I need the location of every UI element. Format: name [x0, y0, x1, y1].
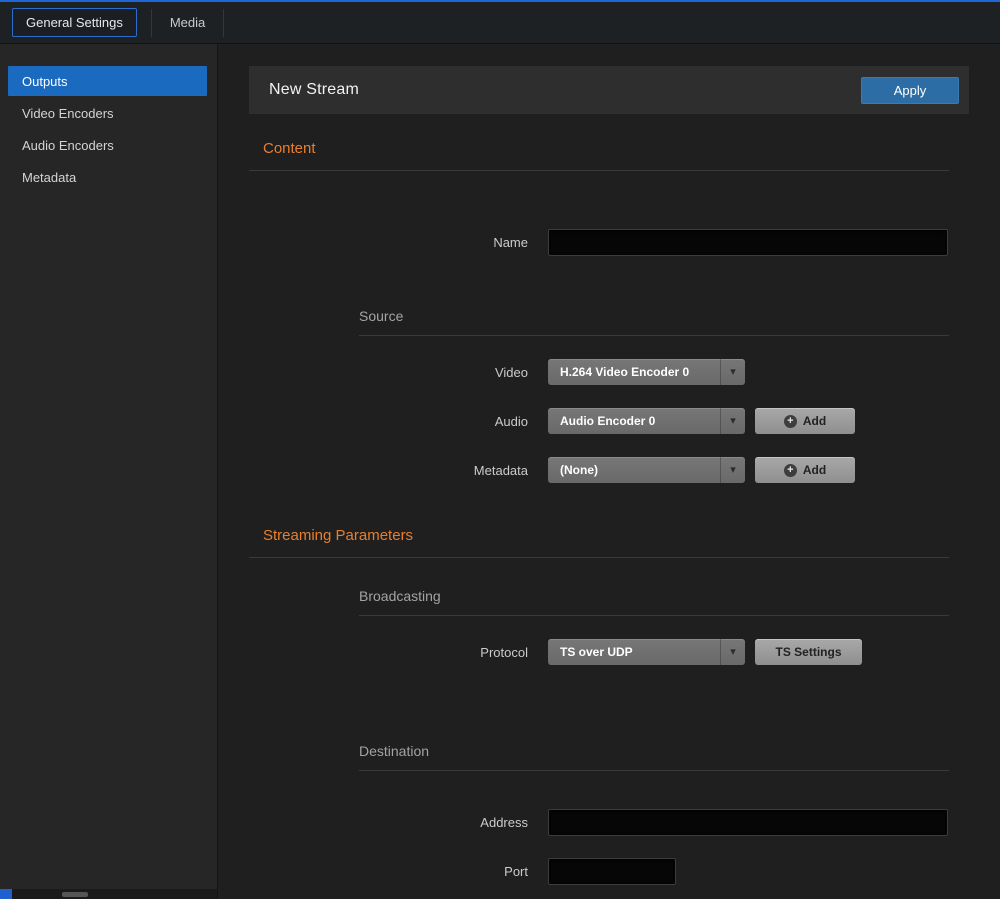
add-metadata-button[interactable]: + Add: [755, 457, 855, 483]
protocol-label: Protocol: [359, 645, 548, 660]
plus-circle-icon: +: [784, 415, 797, 428]
tab-label: General Settings: [26, 15, 123, 30]
address-row: Address: [359, 809, 969, 836]
address-input[interactable]: [548, 809, 948, 836]
topbar: General Settings Media: [0, 0, 1000, 44]
address-label: Address: [359, 815, 548, 830]
sidebar-item-audio-encoders[interactable]: Audio Encoders: [8, 130, 207, 160]
divider: [249, 170, 949, 171]
scrollbar-corner: [0, 889, 12, 899]
name-row: Name: [249, 229, 969, 256]
name-label: Name: [249, 235, 548, 250]
section-title-streaming-parameters: Streaming Parameters: [263, 527, 969, 545]
port-row: Port: [359, 858, 969, 885]
divider: [359, 335, 949, 336]
divider: [249, 557, 949, 558]
divider: [359, 770, 949, 771]
page-header: New Stream Apply: [249, 66, 969, 114]
tab-label: Media: [170, 15, 205, 30]
audio-label: Audio: [359, 414, 548, 429]
destination-title: Destination: [359, 743, 969, 760]
metadata-row: Metadata (None) ▾ + Add: [359, 457, 969, 483]
destination-subsection: Destination Address Port: [359, 743, 969, 885]
divider: [359, 615, 949, 616]
apply-button[interactable]: Apply: [861, 77, 959, 104]
protocol-dropdown[interactable]: TS over UDP ▾: [548, 639, 745, 665]
dropdown-value: H.264 Video Encoder 0: [548, 365, 720, 379]
ts-settings-button[interactable]: TS Settings: [755, 639, 862, 665]
chevron-down-icon: ▾: [720, 639, 745, 665]
sidebar-item-label: Video Encoders: [22, 106, 114, 121]
broadcasting-subsection: Broadcasting Protocol TS over UDP ▾ TS S…: [359, 588, 969, 665]
section-title-content: Content: [263, 140, 969, 158]
video-row: Video H.264 Video Encoder 0 ▾: [359, 359, 969, 385]
add-label: Add: [803, 414, 826, 428]
chevron-down-icon: ▾: [720, 457, 745, 483]
audio-source-dropdown[interactable]: Audio Encoder 0 ▾: [548, 408, 745, 434]
tab-media[interactable]: Media: [152, 8, 223, 37]
audio-row: Audio Audio Encoder 0 ▾ + Add: [359, 408, 969, 434]
sidebar-item-label: Audio Encoders: [22, 138, 114, 153]
horizontal-scrollbar[interactable]: [0, 889, 217, 899]
divider: [223, 9, 224, 37]
sidebar-item-metadata[interactable]: Metadata: [8, 162, 207, 192]
add-label: Add: [803, 463, 826, 477]
port-label: Port: [359, 864, 548, 879]
metadata-label: Metadata: [359, 463, 548, 478]
tab-general-settings[interactable]: General Settings: [12, 8, 137, 37]
sidebar: Outputs Video Encoders Audio Encoders Me…: [0, 44, 218, 899]
main-content: New Stream Apply Content Name Source Vid…: [219, 44, 1000, 899]
broadcasting-title: Broadcasting: [359, 588, 969, 605]
dropdown-value: (None): [548, 463, 720, 477]
sidebar-item-label: Outputs: [22, 74, 68, 89]
dropdown-value: TS over UDP: [548, 645, 720, 659]
source-title: Source: [359, 308, 969, 325]
sidebar-item-video-encoders[interactable]: Video Encoders: [8, 98, 207, 128]
source-subsection: Source Video H.264 Video Encoder 0 ▾ Aud…: [359, 308, 969, 483]
add-audio-button[interactable]: + Add: [755, 408, 855, 434]
video-source-dropdown[interactable]: H.264 Video Encoder 0 ▾: [548, 359, 745, 385]
sidebar-item-outputs[interactable]: Outputs: [8, 66, 207, 96]
port-input[interactable]: [548, 858, 676, 885]
plus-circle-icon: +: [784, 464, 797, 477]
chevron-down-icon: ▾: [720, 359, 745, 385]
protocol-row: Protocol TS over UDP ▾ TS Settings: [359, 639, 969, 665]
scrollbar-thumb[interactable]: [62, 892, 88, 897]
ts-settings-label: TS Settings: [775, 645, 841, 659]
page-title: New Stream: [269, 81, 359, 99]
sidebar-item-label: Metadata: [22, 170, 76, 185]
video-label: Video: [359, 365, 548, 380]
name-input[interactable]: [548, 229, 948, 256]
metadata-source-dropdown[interactable]: (None) ▾: [548, 457, 745, 483]
dropdown-value: Audio Encoder 0: [548, 414, 720, 428]
chevron-down-icon: ▾: [720, 408, 745, 434]
